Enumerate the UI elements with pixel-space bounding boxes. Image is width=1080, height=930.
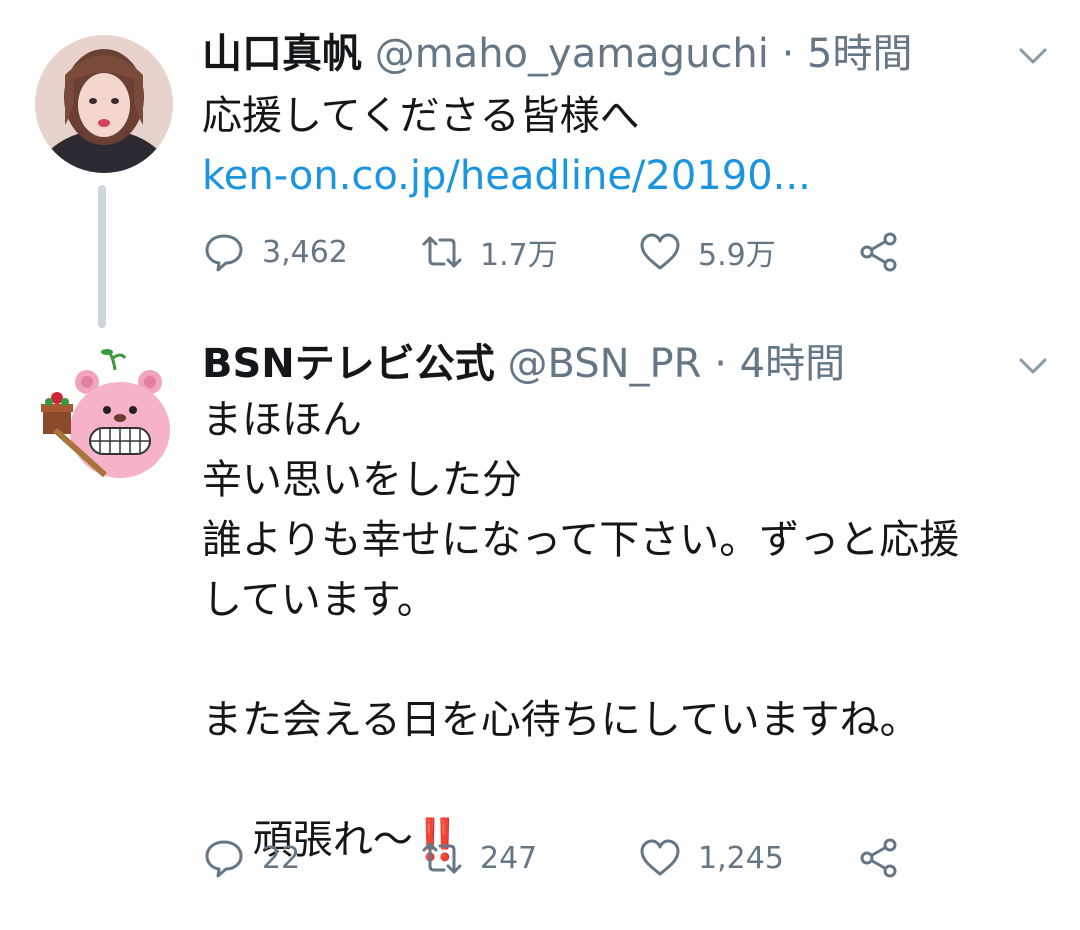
reply-count: 3,462 [262,234,348,270]
tweet-1[interactable]: 山口真帆 @maho_yamaguchi · 5時間 応援してくださる皆様へ k… [0,0,1080,330]
share-button[interactable] [857,836,901,880]
reply-button[interactable]: 22 [202,836,300,880]
tweet-text: まほほん 辛い思いをした分 誰よりも幸せになって下さい。ずっと応援 しています。… [202,397,960,743]
separator: · [714,341,727,387]
share-icon [857,230,901,274]
tweet-text: 応援してくださる皆様へ [202,93,640,139]
tweet-link[interactable]: ken-on.co.jp/headline/20190... [202,146,811,206]
handle[interactable]: @maho_yamaguchi [375,31,769,77]
retweet-icon [420,836,464,880]
tweet-header: 山口真帆 @maho_yamaguchi · 5時間 [202,30,913,78]
retweet-count: 247 [480,840,538,876]
tweet-header: BSNテレビ公式 @BSN_PR · 4時間 [202,340,845,388]
chevron-down-icon[interactable] [1015,44,1051,68]
like-icon [638,836,682,880]
separator: · [781,31,795,77]
retweet-button[interactable]: 247 [420,836,537,880]
retweet-icon [420,230,464,274]
display-name[interactable]: 山口真帆 [202,31,362,77]
like-count: 5.9万 [698,238,776,273]
tweet-actions: 3,462 1.7万 5.9万 [202,230,922,274]
avatar-bsn[interactable] [35,340,173,478]
like-count: 1,245 [698,840,784,876]
share-button[interactable] [857,230,901,274]
timestamp[interactable]: 5時間 [807,31,912,77]
retweet-count: 1.7万 [480,238,558,273]
retweet-button[interactable]: 1.7万 [420,230,558,274]
timestamp[interactable]: 4時間 [740,341,845,387]
reply-icon [202,230,246,274]
thread-connector-line [98,185,106,328]
like-button[interactable]: 5.9万 [638,230,776,274]
display-name[interactable]: BSNテレビ公式 [202,341,495,387]
reply-icon [202,836,246,880]
reply-button[interactable]: 3,462 [202,230,348,274]
like-button[interactable]: 1,245 [638,836,784,880]
like-icon [638,230,682,274]
reply-count: 22 [262,840,301,876]
handle[interactable]: @BSN_PR [508,341,702,387]
chevron-down-icon[interactable] [1015,354,1051,378]
avatar-yamaguchi[interactable] [35,35,173,173]
tweet-2[interactable]: BSNテレビ公式 @BSN_PR · 4時間 まほほん 辛い思いをした分 誰より… [0,330,1080,908]
share-icon [857,836,901,880]
tweet-actions: 22 247 1,245 [202,836,922,880]
